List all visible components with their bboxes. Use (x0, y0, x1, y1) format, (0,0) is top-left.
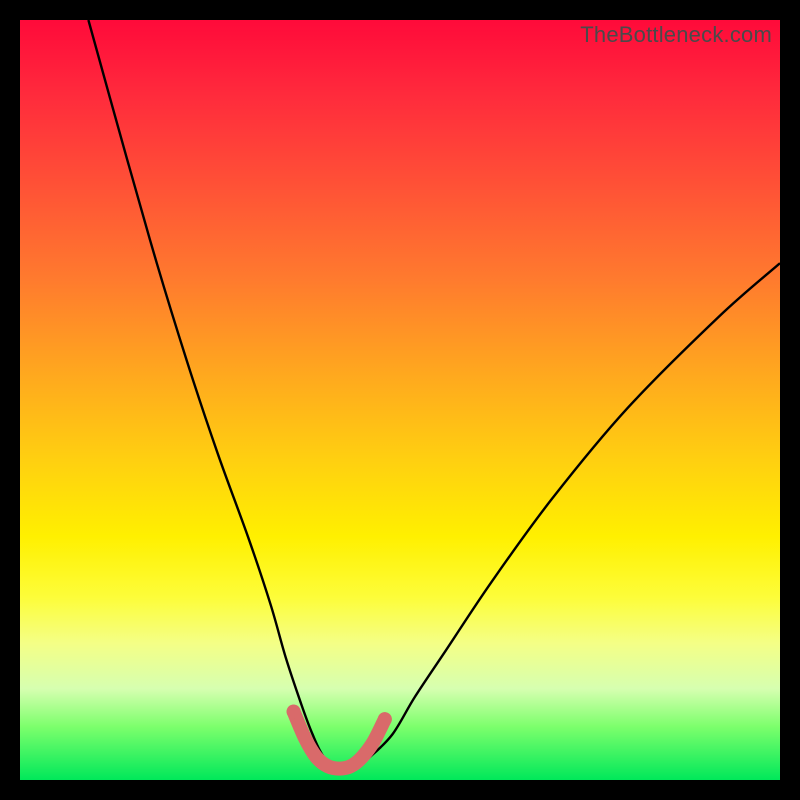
highlight-start-dot (287, 705, 301, 719)
highlight-end-dot (378, 712, 392, 726)
chart-svg (20, 20, 780, 780)
chart-frame: TheBottleneck.com (20, 20, 780, 780)
bottleneck-curve-path (88, 20, 780, 770)
watermark-text: TheBottleneck.com (580, 22, 772, 48)
